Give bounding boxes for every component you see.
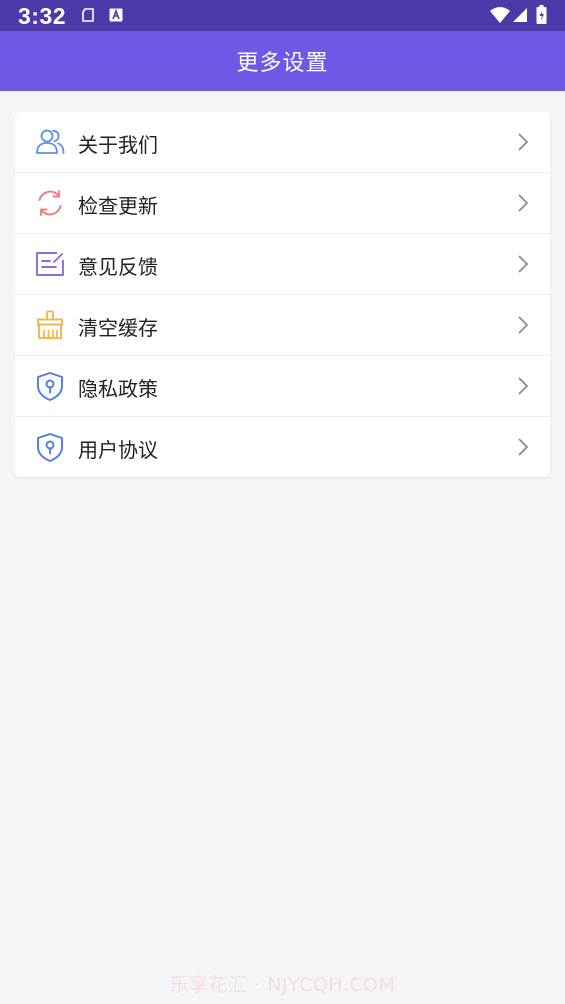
- wifi-icon: [490, 7, 510, 23]
- menu-item-label: 意见反馈: [78, 255, 158, 279]
- menu-item-label: 隐私政策: [78, 377, 158, 401]
- menu-item-check-update[interactable]: 检查更新: [15, 173, 550, 234]
- menu-item-privacy-policy[interactable]: 隐私政策: [15, 356, 550, 417]
- menu-item-label: 用户协议: [78, 438, 158, 462]
- app-bar: 更多设置: [0, 31, 565, 91]
- menu-item-label: 检查更新: [78, 194, 158, 218]
- chevron-right-icon: [518, 377, 529, 395]
- chevron-right-icon: [518, 316, 529, 334]
- chevron-right-icon: [518, 194, 529, 212]
- shield-key-icon: [37, 372, 63, 401]
- status-time: 3:32: [18, 3, 67, 29]
- shield-key-icon: [37, 433, 63, 462]
- broom-icon: [37, 310, 63, 339]
- refresh-icon: [38, 190, 62, 216]
- menu-item-label: 清空缓存: [78, 316, 158, 340]
- menu-item-about-us[interactable]: 关于我们: [15, 112, 550, 173]
- watermark: 乐享花汇 · NJYCQH.COM: [169, 974, 396, 996]
- users-icon: [36, 129, 65, 154]
- menu-item-clear-cache[interactable]: 清空缓存: [15, 295, 550, 356]
- settings-menu: 关于我们 检查更新 意见反馈 清空缓存 隐私政策 用户协议: [15, 112, 550, 478]
- status-bar: 3:32: [0, 0, 565, 31]
- chevron-right-icon: [518, 255, 529, 273]
- notification-a-icon: [109, 8, 123, 22]
- signal-icon: [513, 8, 527, 22]
- menu-item-feedback[interactable]: 意见反馈: [15, 234, 550, 295]
- menu-item-label: 关于我们: [78, 133, 158, 157]
- sim-icon: [82, 8, 94, 22]
- battery-icon: [536, 5, 547, 24]
- page-title: 更多设置: [236, 51, 329, 76]
- chevron-right-icon: [518, 438, 529, 456]
- menu-item-user-agreement[interactable]: 用户协议: [15, 417, 550, 478]
- feedback-icon: [36, 252, 64, 276]
- chevron-right-icon: [518, 133, 529, 151]
